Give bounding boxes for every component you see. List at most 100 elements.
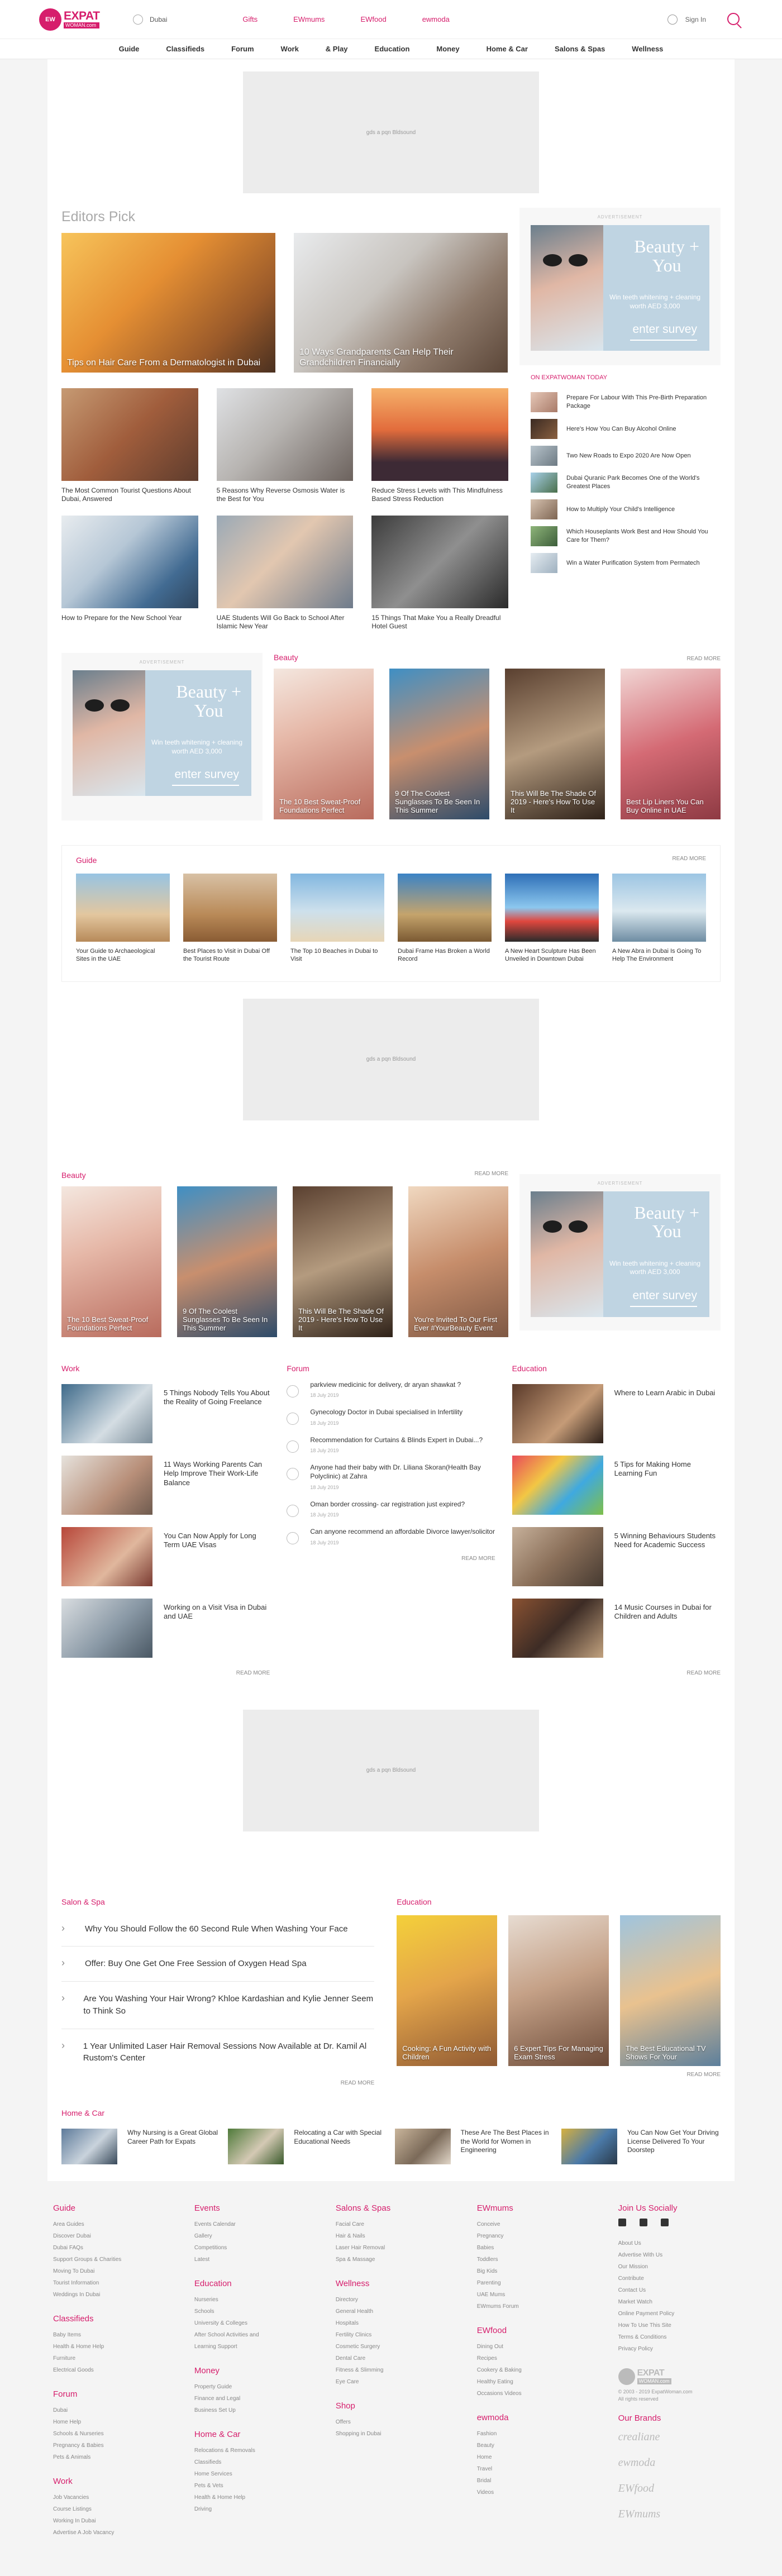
footer-link[interactable]: Furniture [53,2353,194,2364]
footer-heading[interactable]: Home & Car [194,2430,336,2439]
footer-link[interactable]: After School Activities and [194,2329,336,2341]
promo-ad-card[interactable]: ADVERTISEMENT Beauty + You Win teeth whit… [519,208,721,365]
beauty-card[interactable]: This Will Be The Shade Of 2019 - Here's … [505,669,605,819]
list-item[interactable]: › Why You Should Follow the 60 Second Rul… [61,1912,375,1947]
list-item[interactable]: 14 Music Courses in Dubai for Children a… [512,1598,721,1658]
footer-link[interactable]: Conceive [477,2219,618,2230]
guide-card[interactable]: A New Heart Sculpture Has Been Unveiled … [505,874,599,963]
footer-link[interactable]: Eye Care [336,2376,477,2388]
footer-link[interactable]: Facial Care [336,2219,477,2230]
read-more-link[interactable]: READ MORE [512,1670,721,1676]
footer-link[interactable]: Learning Support [194,2341,336,2353]
forum-thread[interactable]: Anyone had their baby with Dr. Liliana S… [287,1463,495,1490]
footer-link[interactable]: Pets & Animals [53,2451,194,2463]
footer-link[interactable]: Electrical Goods [53,2364,194,2376]
footer-link[interactable]: Classifieds [194,2456,336,2468]
footer-link[interactable]: Dubai FAQs [53,2242,194,2254]
footer-link[interactable]: Business Set Up [194,2405,336,2416]
footer-link[interactable]: Health & Home Help [53,2341,194,2353]
brand-logo[interactable]: EWmums [618,2506,685,2522]
footer-heading[interactable]: Education [194,2279,336,2288]
footer-link[interactable]: Pregnancy [477,2230,618,2242]
topnav-ewfood[interactable]: EWfood [360,15,386,23]
featured-article[interactable]: 10 Ways Grandparents Can Help Their Gran… [294,233,508,373]
footer-link[interactable]: About Us [618,2238,729,2249]
footer-link[interactable]: Recipes [477,2353,618,2364]
footer-link[interactable]: Advertise With Us [618,2249,729,2261]
footer-heading[interactable]: Forum [53,2389,194,2399]
footer-link[interactable]: Pets & Vets [194,2480,336,2492]
footer-link[interactable]: Directory [336,2294,477,2306]
list-item[interactable]: Win a Water Purification System from Per… [531,553,709,573]
footer-link[interactable]: Hospitals [336,2317,477,2329]
education-card[interactable]: Cooking: A Fun Activity with Children [397,1915,498,2066]
footer-link[interactable]: Toddlers [477,2254,618,2265]
promo-ad-card[interactable]: ADVERTISEMENT Beauty + You Win teeth whit… [61,653,263,820]
footer-link[interactable]: Discover Dubai [53,2230,194,2242]
footer-link[interactable]: Moving To Dubai [53,2265,194,2277]
footer-link[interactable]: Home [477,2451,618,2463]
promo-banner[interactable]: Beauty + You Win teeth whitening + cleani… [73,670,251,796]
nav-guide[interactable]: Guide [106,45,153,53]
guide-card[interactable]: Best Places to Visit in Dubai Off the To… [183,874,277,963]
footer-link[interactable]: Area Guides [53,2219,194,2230]
beauty-card[interactable]: The 10 Best Sweat-Proof Foundations Perf… [274,669,374,819]
topnav-ewmoda[interactable]: ewmoda [422,15,450,23]
twitter-icon[interactable] [639,2219,647,2227]
list-item[interactable]: You Can Now Apply for Long Term UAE Visa… [61,1526,270,1586]
footer-link[interactable]: University & Colleges [194,2317,336,2329]
topnav-gifts[interactable]: Gifts [242,15,258,23]
footer-link[interactable]: Dubai [53,2405,194,2416]
footer-heading[interactable]: Work [53,2477,194,2486]
guide-card[interactable]: Your Guide to Archaeological Sites in th… [76,874,170,963]
footer-link[interactable]: Pregnancy & Babies [53,2440,194,2451]
list-item[interactable]: 5 Winning Behaviours Students Need for A… [512,1526,721,1586]
footer-link[interactable]: Gallery [194,2230,336,2242]
footer-heading[interactable]: Wellness [336,2279,477,2288]
featured-article[interactable]: Tips on Hair Care From a Dermatologist i… [61,233,275,373]
search-icon[interactable] [726,12,743,29]
beauty-card[interactable]: This Will Be The Shade Of 2019 - Here's … [293,1186,393,1337]
footer-link[interactable]: Hair & Nails [336,2230,477,2242]
beauty-card[interactable]: Best Lip Liners You Can Buy Online in UA… [621,669,721,819]
guide-card[interactable]: A New Abra in Dubai Is Going To Help The… [612,874,706,963]
nav-salons-spas[interactable]: Salons & Spas [541,45,618,53]
list-item[interactable]: Working on a Visit Visa in Dubai and UAE [61,1598,270,1658]
read-more-link[interactable]: READ MORE [61,1670,270,1676]
article-card[interactable]: The Most Common Tourist Questions About … [61,388,198,503]
facebook-icon[interactable] [618,2219,626,2227]
footer-link[interactable]: Dining Out [477,2341,618,2353]
list-item[interactable]: Relocating a Car with Special Educationa… [228,2129,387,2165]
footer-link[interactable]: Occasions Videos [477,2388,618,2400]
beauty-card[interactable]: The 10 Best Sweat-Proof Foundations Perf… [61,1186,161,1337]
article-card[interactable]: Reduce Stress Levels with This Mindfulne… [371,388,509,503]
list-item[interactable]: You Can Now Get Your Driving License Del… [561,2129,721,2165]
footer-link[interactable]: Fashion [477,2428,618,2440]
footer-link[interactable]: Offers [336,2416,477,2428]
footer-link[interactable]: UAE Mums [477,2289,618,2301]
footer-link[interactable]: Weddings In Dubai [53,2289,194,2301]
footer-link[interactable]: Fitness & Slimming [336,2364,477,2376]
footer-link[interactable]: Beauty [477,2440,618,2451]
footer-heading[interactable]: Guide [53,2203,194,2213]
location-selector[interactable]: Dubai [133,14,167,25]
read-more-link[interactable]: READ MORE [61,2080,375,2086]
promo-ad-card[interactable]: ADVERTISEMENT Beauty + You Win teeth whit… [519,1173,721,1330]
promo-banner[interactable]: Beauty + You Win teeth whitening + cleani… [531,1191,709,1317]
footer-link[interactable]: Spa & Massage [336,2254,477,2265]
nav-home-car[interactable]: Home & Car [473,45,541,53]
footer-link[interactable]: Driving [194,2503,336,2515]
footer-link[interactable]: Latest [194,2254,336,2265]
footer-link[interactable]: Course Listings [53,2503,194,2515]
read-more-link[interactable]: READ MORE [672,856,706,865]
article-card[interactable]: 15 Things That Make You a Really Dreadfu… [371,516,509,631]
footer-link[interactable]: Contribute [618,2273,729,2284]
guide-card[interactable]: The Top 10 Beaches in Dubai to Visit [290,874,384,963]
footer-link[interactable]: Cookery & Baking [477,2364,618,2376]
footer-link[interactable]: Healthy Eating [477,2376,618,2388]
forum-thread[interactable]: Oman border crossing- car registration j… [287,1500,495,1518]
footer-link[interactable]: Advertise A Job Vacancy [53,2527,194,2539]
brand-logo[interactable]: crealiane [618,2429,685,2445]
education-card[interactable]: The Best Educational TV Shows For Your [620,1915,721,2066]
list-item[interactable]: 11 Ways Working Parents Can Help Improve… [61,1455,270,1515]
